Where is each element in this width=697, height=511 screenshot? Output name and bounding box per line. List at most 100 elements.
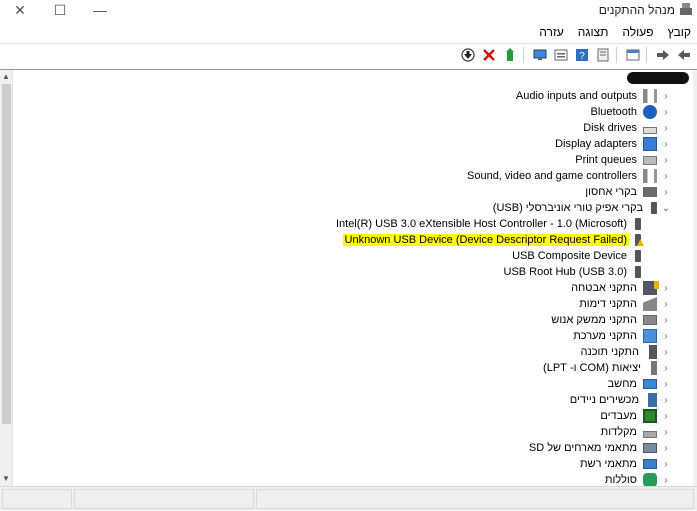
window-title: מנהל ההתקנים	[598, 3, 675, 17]
status-pane	[2, 489, 72, 509]
usb-icon	[635, 218, 641, 230]
tree-item-label: Unknown USB Device (Device Descriptor Re…	[342, 234, 629, 246]
device-item[interactable]: Intel(R) USB 3.0 eXtensible Host Control…	[334, 216, 641, 232]
sd-host-icon	[643, 443, 657, 453]
ports-icon	[651, 361, 657, 375]
disk-icon	[643, 126, 657, 134]
category-item[interactable]: ‹ Sound, video and game controllers	[465, 168, 671, 184]
collapse-chevron-icon[interactable]: ⌄	[661, 203, 671, 214]
expand-chevron-icon[interactable]: ‹	[661, 427, 671, 438]
expand-chevron-icon[interactable]: ‹	[661, 107, 671, 118]
properties-icon[interactable]	[624, 46, 642, 64]
expand-chevron-icon[interactable]: ‹	[661, 459, 671, 470]
tree-item-label: Sound, video and game controllers	[467, 170, 637, 182]
category-item[interactable]: ‹ יציאות (COM ו- LPT)	[541, 360, 671, 376]
update-driver-icon[interactable]	[501, 46, 519, 64]
scroll-down-icon[interactable]: ▼	[2, 474, 10, 483]
forward-icon[interactable]	[654, 46, 672, 64]
category-item[interactable]: ‹ מתאמי מארחים של SD	[527, 440, 671, 456]
tree-item-label: התקני דימות	[579, 298, 637, 310]
close-button[interactable]: ✕	[0, 0, 40, 20]
category-item[interactable]: ‹ Bluetooth	[589, 104, 671, 120]
category-item[interactable]: ‹ התקני תוכנה	[578, 344, 671, 360]
menu-bar: קובץ פעולה תצוגה עזרה	[0, 22, 697, 42]
disable-icon[interactable]	[459, 46, 477, 64]
network-icon	[643, 459, 657, 469]
tree-item-label: USB Root Hub (USB 3.0)	[503, 266, 628, 278]
category-item[interactable]: ‹ התקני דימות	[577, 296, 671, 312]
expand-chevron-icon[interactable]: ‹	[661, 155, 671, 166]
status-bar	[0, 486, 697, 511]
device-item[interactable]: Unknown USB Device (Device Descriptor Re…	[342, 232, 641, 248]
expand-chevron-icon[interactable]: ‹	[661, 139, 671, 150]
expand-chevron-icon[interactable]: ‹	[661, 475, 671, 486]
computer-name-redacted[interactable]	[627, 72, 689, 84]
help-icon[interactable]: ?	[573, 46, 591, 64]
category-item[interactable]: ‹ מחשב	[606, 376, 671, 392]
minimize-button[interactable]: —	[80, 0, 120, 20]
menu-view[interactable]: תצוגה	[578, 25, 609, 39]
expand-chevron-icon[interactable]: ‹	[661, 331, 671, 342]
device-item[interactable]: USB Root Hub (USB 3.0)	[502, 264, 641, 280]
category-item[interactable]: ‹ Audio inputs and outputs	[514, 88, 671, 104]
expand-chevron-icon[interactable]: ‹	[661, 395, 671, 406]
tree-item-label: Audio inputs and outputs	[515, 90, 637, 102]
expand-chevron-icon[interactable]: ‹	[661, 379, 671, 390]
category-item[interactable]: ‹ Print queues	[573, 152, 671, 168]
scrollbar-thumb[interactable]	[2, 84, 11, 424]
expand-chevron-icon[interactable]: ‹	[661, 123, 671, 134]
category-item[interactable]: ‹ התקני אבטחה	[569, 280, 671, 296]
device-item[interactable]: USB Composite Device	[510, 248, 641, 264]
category-item[interactable]: ‹ מכשירים ניידים	[568, 392, 671, 408]
menu-help[interactable]: עזרה	[539, 25, 564, 39]
expand-chevron-icon[interactable]: ‹	[661, 283, 671, 294]
tree-item-label: התקני מערכת	[573, 330, 637, 342]
expand-chevron-icon[interactable]: ‹	[661, 411, 671, 422]
display-icon	[643, 137, 657, 151]
category-item[interactable]: ‹ בקרי אחסון	[583, 184, 671, 200]
system-icon	[643, 329, 657, 343]
category-item[interactable]: ⌄ בקרי אפיק טורי אוניברסלי (USB)	[491, 200, 671, 216]
details-icon[interactable]	[552, 46, 570, 64]
tree-item-label: מתאמי רשת	[579, 458, 637, 470]
category-item[interactable]: ‹ Display adapters	[553, 136, 671, 152]
menu-action[interactable]: פעולה	[622, 25, 653, 39]
expand-chevron-icon[interactable]: ‹	[661, 443, 671, 454]
device-manager-icon	[680, 3, 692, 15]
show-hide-icon[interactable]	[594, 46, 612, 64]
expand-chevron-icon[interactable]: ‹	[661, 315, 671, 326]
right-edge	[693, 70, 697, 486]
category-item[interactable]: ‹ Disk drives	[581, 120, 671, 136]
expand-chevron-icon[interactable]: ‹	[661, 347, 671, 358]
tree-item-label: התקני ממשק אנוש	[551, 314, 637, 326]
category-item[interactable]: ‹ מתאמי רשת	[578, 456, 671, 472]
menu-file[interactable]: קובץ	[668, 25, 691, 39]
uninstall-icon[interactable]	[480, 46, 498, 64]
tree-item-label: USB Composite Device	[512, 250, 627, 262]
scan-monitor-icon[interactable]	[531, 46, 549, 64]
speaker-icon	[643, 169, 657, 183]
storage-icon	[643, 187, 657, 197]
category-item[interactable]: ‹ התקני מערכת	[571, 328, 671, 344]
tree-item-label: מכשירים ניידים	[569, 394, 639, 406]
status-pane	[74, 489, 254, 509]
scroll-up-icon[interactable]: ▲	[2, 72, 10, 81]
category-item[interactable]: ‹ מקלדות	[599, 424, 671, 440]
expand-chevron-icon[interactable]: ‹	[661, 171, 671, 182]
keyboard-icon	[643, 430, 657, 438]
tree-item-label: בקרי אחסון	[585, 186, 637, 198]
software-icon	[649, 345, 657, 359]
expand-chevron-icon[interactable]: ‹	[661, 299, 671, 310]
expand-chevron-icon[interactable]: ‹	[661, 187, 671, 198]
tree-item-label: מתאמי מארחים של SD	[528, 442, 637, 454]
back-icon[interactable]	[675, 46, 693, 64]
category-item[interactable]: ‹ התקני ממשק אנוש	[549, 312, 671, 328]
scrollbar[interactable]: ▲ ▼	[0, 70, 13, 486]
usb-icon	[651, 202, 657, 214]
category-item[interactable]: ‹ מעבדים	[598, 408, 671, 424]
expand-chevron-icon[interactable]: ‹	[661, 91, 671, 102]
expand-chevron-icon[interactable]: ‹	[661, 363, 671, 374]
tree-item-label: מעבדים	[600, 410, 637, 422]
maximize-button[interactable]: ☐	[40, 0, 80, 20]
title-bar: ✕ ☐ — מנהל ההתקנים	[0, 0, 697, 20]
